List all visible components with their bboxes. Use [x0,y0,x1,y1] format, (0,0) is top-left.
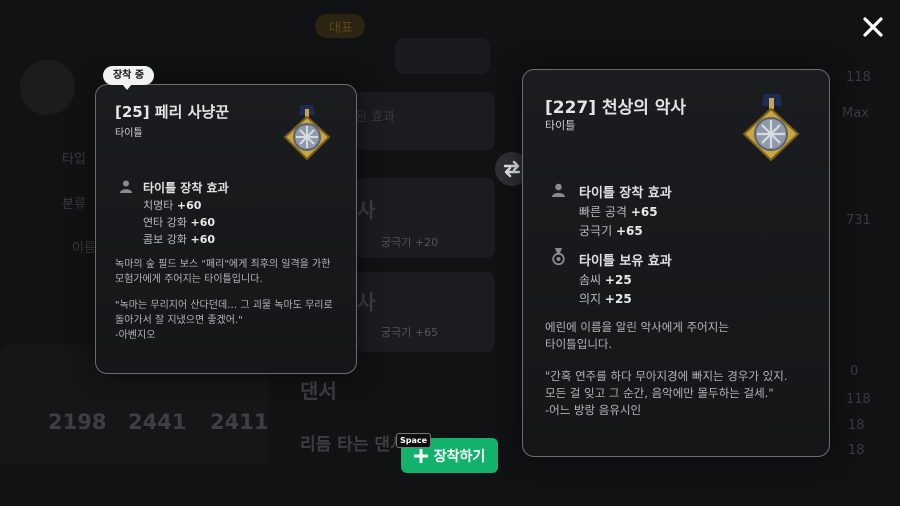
medal-icon [552,248,565,265]
person-icon [120,180,132,193]
bg-avatar [20,60,75,115]
new-title-type: 타이틀 [545,119,576,132]
bg-side-label-3: 이름 [72,241,96,256]
new-own-effect-2: 의지 +25 [579,292,632,306]
new-title-name: [227] 천상의 악사 [545,98,687,118]
bg-list-item-2-stat: 궁극기 +65 [381,326,439,339]
current-desc-line-1: 녹마의 숲 필드 보스 "페리"에게 최후의 일격을 가한 [115,259,331,270]
person-icon [552,183,565,197]
bg-right-2: Max [842,106,869,121]
current-desc-line-2: 모험가에게 주어지는 타이틀입니다. [115,274,263,285]
current-desc-line-4: "녹마는 무리지어 산다던데… 그 괴물 녹마도 무리로 [115,300,333,311]
bg-list-item-1-stat: 궁극기 +20 [381,236,439,249]
bg-side-label-2: 분류 [62,197,86,212]
new-desc-line-4: "간혹 연주를 하다 무아지경에 빠지는 경우가 있지. [545,369,788,383]
current-title-card: [25] 페리 사냥꾼 타이틀 타이틀 장착 효과 치명타 +60 연타 강화 … [95,84,357,374]
title-medal-icon [742,94,800,162]
current-equip-effect-header: 타이틀 장착 효과 [143,181,229,195]
new-title-card: [227] 천상의 악사 타이틀 타이틀 장착 효과 빠른 공격 +65 궁극기… [522,69,830,457]
close-button[interactable] [858,12,888,42]
bg-right-7: 18 [848,443,865,458]
bg-stat-1: 2198 [48,410,107,434]
current-desc-line-6: -아벤지오 [115,330,156,341]
close-icon [863,17,883,37]
bg-list-item-2: 사 궁극기 +65 [355,272,495,352]
swap-icon [503,160,521,178]
bg-right-6: 18 [848,418,865,433]
new-desc-line-5: 모든 걸 잊고 그 순간, 음악에만 몰두하는 걸세." [545,386,774,400]
space-hotkey-badge: Space [396,433,432,448]
current-equip-effect-3: 콤보 강화 +60 [143,233,216,246]
current-title-type: 타이틀 [115,128,143,139]
bg-right-3: 731 [846,213,871,228]
bg-effects-panel: 된 효과 [355,92,495,150]
bg-tab-label: 대표 [329,21,353,36]
new-own-effect-1: 솜씨 +25 [579,273,632,287]
new-own-effect-header: 타이틀 보유 효과 [579,254,672,269]
bg-list-item-3: 댄서 [300,379,337,403]
new-equip-effect-1: 빠른 공격 +65 [579,205,658,219]
bg-side-label-1: 타입 [62,152,86,167]
bg-list-item-2-label: 사 [357,290,376,314]
new-equip-effect-2: 궁극기 +65 [579,224,643,238]
bg-list-item-1-label: 사 [357,198,376,222]
current-equip-effect-1: 치명타 +60 [143,199,202,212]
new-equip-effect-header: 타이틀 장착 효과 [579,186,672,201]
bg-effects-header: 된 효과 [355,110,396,125]
bg-stat-2: 2441 [128,410,187,434]
new-desc-line-2: 타이틀입니다. [545,337,613,351]
new-desc-line-6: -어느 방랑 음유시인 [545,403,642,417]
bg-list-item-1: 사 궁극기 +20 [355,178,495,258]
bg-tab-pill: 대표 [315,14,365,38]
current-desc-line-5: 돌아가서 잘 지냈으면 좋겠어." [115,315,243,326]
bg-right-5: 118 [846,392,871,407]
bg-logo [395,38,490,74]
title-medal-icon [283,105,331,161]
bg-right-1: 118 [846,70,871,85]
new-desc-line-1: 에린에 이름을 알린 악사에게 주어지는 [545,320,729,334]
current-title-name: [25] 페리 사냥꾼 [115,103,230,121]
equip-button-label: 장착하기 [433,448,486,465]
current-equip-effect-2: 연타 강화 +60 [143,216,216,229]
bg-stat-3: 2411 [210,410,269,434]
bg-right-4: 0 [850,364,859,379]
equipped-badge: 장착 중 [103,66,154,90]
bg-list-item-4: 리듬 타는 댄서 [300,435,406,455]
plus-icon [413,448,428,463]
